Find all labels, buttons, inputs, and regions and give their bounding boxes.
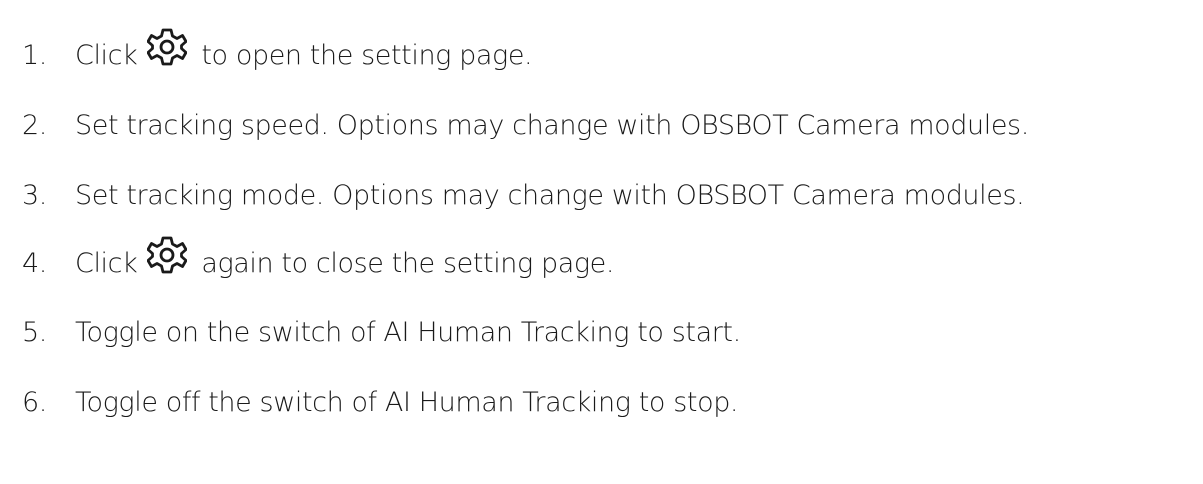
step-text: Set tracking speed. Options may change w… [75, 109, 1029, 141]
step-number: 4. [22, 247, 47, 279]
step-text-before: Click [75, 39, 138, 71]
step-number: 1. [22, 39, 47, 71]
step-number: 2. [22, 109, 47, 141]
step-text-after: again to close the setting page. [201, 247, 615, 279]
step-number: 5. [22, 316, 47, 348]
step-3: 3. Set tracking mode. Options may change… [22, 165, 1025, 225]
step-text: Toggle on the switch of AI Human Trackin… [75, 316, 741, 348]
step-number: 3. [22, 179, 47, 211]
step-6: 6. Toggle off the switch of AI Human Tra… [22, 372, 739, 432]
step-text: Set tracking mode. Options may change wi… [75, 179, 1025, 211]
step-2: 2. Set tracking speed. Options may chang… [22, 95, 1029, 155]
step-text-after: to open the setting page. [201, 39, 533, 71]
step-4: 4. Click again to close the setting page… [22, 233, 614, 293]
gear-icon [147, 235, 188, 275]
step-5: 5. Toggle on the switch of AI Human Trac… [22, 302, 741, 362]
step-1: 1. Click to open the setting page. [22, 25, 533, 85]
gear-icon [147, 27, 188, 67]
step-number: 6. [22, 386, 47, 418]
step-text-before: Click [75, 247, 138, 279]
step-text: Toggle off the switch of AI Human Tracki… [75, 386, 739, 418]
